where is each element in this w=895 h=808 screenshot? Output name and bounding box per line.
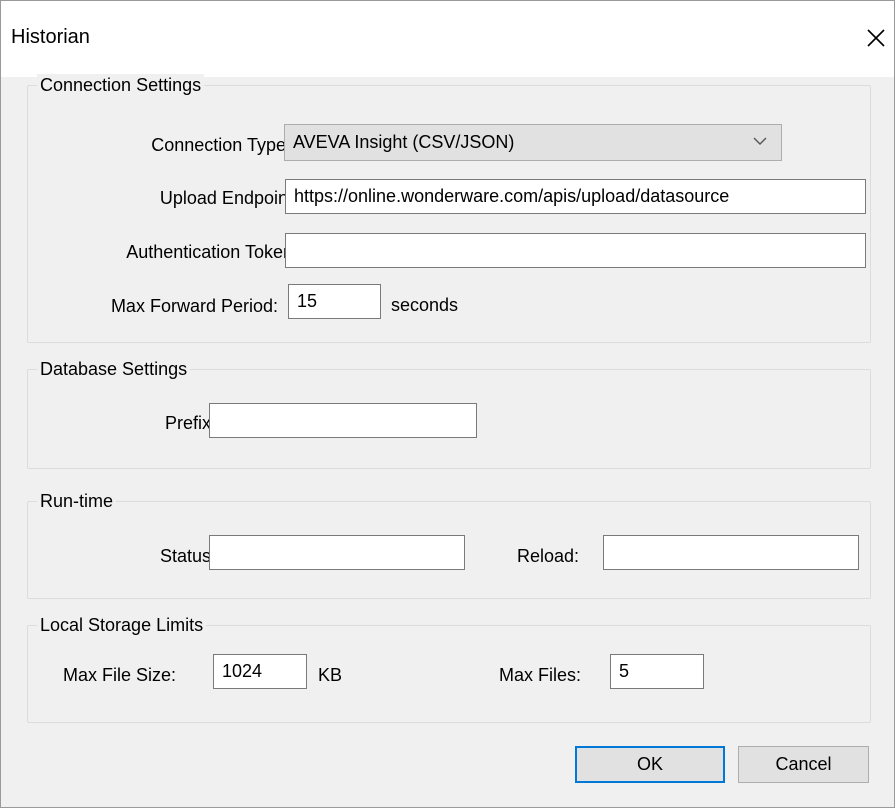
- max-files-input[interactable]: 5: [610, 654, 704, 689]
- reload-input[interactable]: [603, 535, 859, 570]
- window-title: Historian: [11, 26, 90, 48]
- connection-type-value: AVEVA Insight (CSV/JSON): [293, 132, 515, 152]
- max-file-size-unit: KB: [318, 665, 343, 685]
- runtime-legend: Run-time: [37, 490, 117, 512]
- connection-settings-legend: Connection Settings: [37, 74, 205, 96]
- connection-type-label: Connection Type:: [151, 135, 291, 155]
- connection-type-select[interactable]: AVEVA Insight (CSV/JSON): [284, 124, 782, 161]
- max-forward-period-input[interactable]: 15: [288, 284, 381, 319]
- max-files-label: Max Files:: [499, 665, 582, 685]
- upload-endpoint-label: Upload Endpoint:: [159, 188, 298, 208]
- chevron-down-icon: [753, 137, 767, 145]
- database-settings-group: Database Settings Prefix:: [27, 358, 871, 469]
- status-input[interactable]: [209, 535, 465, 570]
- cancel-button[interactable]: Cancel: [738, 746, 869, 783]
- prefix-input[interactable]: [209, 403, 477, 438]
- prefix-label: Prefix:: [164, 413, 216, 433]
- close-icon: [867, 29, 885, 47]
- local-storage-limits-group: Local Storage Limits Max File Size: 1024…: [27, 614, 871, 723]
- reload-label: Reload:: [517, 546, 580, 566]
- database-settings-legend: Database Settings: [37, 358, 191, 380]
- upload-endpoint-input[interactable]: https://online.wonderware.com/apis/uploa…: [285, 179, 866, 214]
- local-storage-limits-legend: Local Storage Limits: [37, 614, 207, 636]
- max-forward-period-label: Max Forward Period:: [110, 296, 278, 316]
- historian-dialog: Historian Connection Settings Connection…: [0, 0, 895, 808]
- title-bar: Historian: [1, 1, 894, 77]
- connection-settings-group: Connection Settings Connection Type: AVE…: [27, 74, 871, 343]
- max-file-size-input[interactable]: 1024: [213, 654, 307, 689]
- max-forward-period-unit: seconds: [391, 295, 459, 315]
- ok-button[interactable]: OK: [575, 746, 725, 783]
- runtime-group: Run-time Status: Reload:: [27, 490, 871, 599]
- max-file-size-label: Max File Size:: [63, 665, 177, 685]
- status-label: Status:: [159, 546, 216, 566]
- authentication-token-label: Authentication Token:: [126, 242, 298, 262]
- close-button[interactable]: [859, 17, 893, 57]
- authentication-token-input[interactable]: [285, 233, 866, 268]
